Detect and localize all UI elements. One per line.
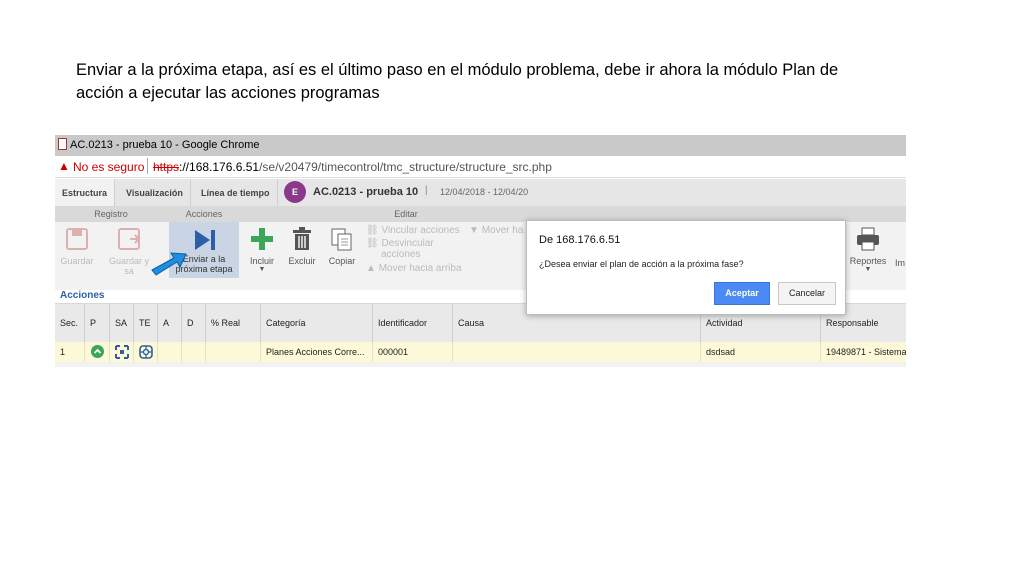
screenshot: AC.0213 - prueba 10 - Google Chrome ▲ No…: [55, 135, 906, 367]
col-te[interactable]: TE: [134, 304, 158, 342]
url-host: ://168.176.6.51: [179, 160, 260, 174]
url-path: /se/v20479/timecontrol/tmc_structure/str…: [259, 160, 552, 174]
unlink-actions-button[interactable]: ⛓ Desvincular acciones: [366, 238, 462, 262]
chevron-down-icon[interactable]: ▼: [240, 266, 284, 273]
slide-caption: Enviar a la próxima etapa, así es el últ…: [76, 61, 839, 102]
pointer-arrow-icon: [151, 252, 187, 276]
tab-visualizacion[interactable]: Visualización: [119, 179, 191, 206]
cell-a: [158, 342, 182, 362]
unlink-icon: ⛓: [366, 238, 382, 249]
record-title: AC.0213 - prueba 10: [313, 186, 419, 198]
col-real[interactable]: % Real: [206, 304, 261, 342]
cell-causa: [453, 342, 701, 362]
link-actions-list: ⛓ Vincular acciones ⛓ Desvincular accione…: [366, 225, 462, 276]
confirm-dialog: De 168.176.6.51 ¿Desea enviar el plan de…: [526, 220, 846, 315]
url-scheme: https: [153, 160, 180, 174]
plus-icon: [251, 228, 273, 250]
record-separator: |: [425, 185, 428, 196]
reports-chevron-icon[interactable]: ▼: [846, 266, 890, 273]
save-exit-icon: [118, 228, 141, 250]
import-label[interactable]: Im: [895, 258, 905, 268]
cell-categoria: Planes Acciones Corre...: [261, 342, 373, 362]
reports-label: Reportes: [849, 256, 887, 266]
save-and-exit-label: Guardar y sa: [108, 256, 150, 276]
col-sa[interactable]: SA: [110, 304, 134, 342]
arrow-up-icon: ▲: [366, 263, 379, 274]
save-icon: [66, 228, 88, 250]
col-d[interactable]: D: [182, 304, 206, 342]
group-acciones: Acciones: [185, 209, 223, 219]
include-label: Incluir: [249, 256, 274, 266]
play-next-icon: [195, 230, 215, 250]
tab-linea-de-tiempo[interactable]: Línea de tiempo: [194, 179, 278, 206]
col-p[interactable]: P: [85, 304, 110, 342]
record-badge-icon: E: [284, 181, 306, 203]
app-area: Estructura Visualización Línea de tiempo…: [55, 179, 906, 367]
save-button[interactable]: Guardar: [55, 226, 99, 266]
reports-button[interactable]: Reportes ▼: [846, 226, 890, 273]
warning-icon: ▲: [58, 159, 70, 173]
expand-arrows-icon[interactable]: [115, 345, 129, 359]
cancel-button[interactable]: Cancelar: [778, 282, 836, 305]
col-identificador[interactable]: Identificador: [373, 304, 453, 342]
accept-button[interactable]: Aceptar: [714, 282, 770, 305]
cell-real: [206, 342, 261, 362]
cell-te: [134, 342, 158, 362]
move-down-button[interactable]: ▼ Mover ha: [469, 225, 523, 236]
status-ok-icon[interactable]: [91, 345, 104, 358]
exclude-label: Excluir: [288, 256, 316, 266]
cell-p: [85, 342, 110, 362]
arrow-down-icon: ▼: [469, 225, 482, 236]
exclude-button[interactable]: Excluir: [280, 226, 324, 266]
copy-label: Copiar: [328, 256, 356, 266]
save-label: Guardar: [60, 256, 94, 266]
trash-icon: [293, 227, 311, 250]
printer-icon: [857, 227, 879, 251]
group-registro: Registro: [94, 209, 128, 219]
tab-estructura[interactable]: Estructura: [55, 179, 116, 206]
dialog-title: De 168.176.6.51: [539, 234, 621, 246]
cell-actividad: dsdsad: [701, 342, 821, 362]
include-button[interactable]: Incluir ▼: [240, 226, 284, 273]
dialog-message: ¿Desea enviar el plan de acción a la pró…: [539, 259, 744, 269]
col-a[interactable]: A: [158, 304, 182, 342]
browser-titlebar: AC.0213 - prueba 10 - Google Chrome: [55, 135, 906, 156]
security-label[interactable]: No es seguro: [73, 160, 144, 174]
copy-icon: [331, 228, 352, 251]
col-sec[interactable]: Sec.: [55, 304, 85, 342]
window-title: AC.0213 - prueba 10 - Google Chrome: [70, 139, 260, 151]
table-row[interactable]: 1 Planes Acciones Corre... 000001 dsdsad…: [55, 342, 906, 362]
cell-d: [182, 342, 206, 362]
cell-responsable: 19489871 - Sistema: [826, 347, 906, 357]
record-dates: 12/04/2018 - 12/04/20: [440, 187, 529, 197]
address-separator: [147, 158, 148, 174]
link-icon: ⛓: [366, 225, 382, 236]
col-categoria[interactable]: Categoría: [261, 304, 373, 342]
target-icon[interactable]: [139, 345, 153, 359]
tab-strip: Estructura Visualización Línea de tiempo…: [55, 179, 906, 206]
url-text[interactable]: https://168.176.6.51/se/v20479/timecontr…: [153, 160, 552, 174]
save-and-exit-button[interactable]: Guardar y sa: [107, 226, 151, 276]
group-editar: Editar: [394, 209, 418, 219]
cell-sa: [110, 342, 134, 362]
copy-button[interactable]: Copiar: [320, 226, 364, 266]
cell-sec: 1: [55, 342, 85, 362]
move-up-button[interactable]: ▲ Mover hacia arriba: [366, 263, 462, 275]
document-icon: [58, 138, 67, 150]
cell-identificador: 000001: [373, 342, 453, 362]
link-actions-button[interactable]: ⛓ Vincular acciones: [366, 225, 462, 237]
section-title: Acciones: [60, 290, 105, 301]
address-bar[interactable]: ▲ No es seguro https://168.176.6.51/se/v…: [55, 156, 906, 178]
